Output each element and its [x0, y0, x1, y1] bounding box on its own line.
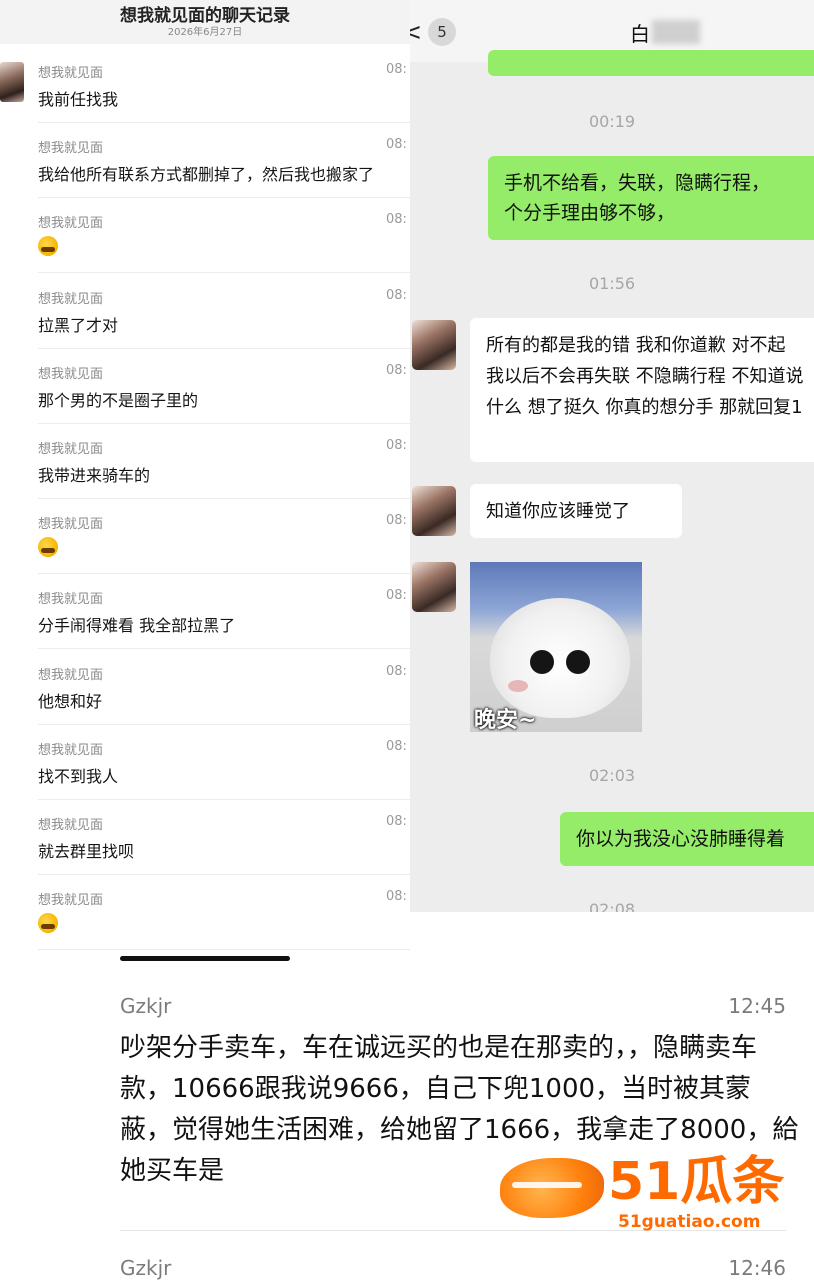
message-time: 08:: [386, 137, 407, 153]
record-message-item[interactable]: 想我就见面 08: 我给他所有联系方式都删掉了，然后我也搬家了: [0, 123, 410, 199]
sticker-caption: 晚安~: [474, 708, 537, 732]
record-message-item[interactable]: 想我就见面 08: 他想和好: [0, 650, 410, 725]
record-header: 想我就见面的聊天记录 2026年6月27日: [0, 0, 410, 44]
sender-name: 想我就见面: [38, 742, 104, 758]
sender-name: 想我就见面: [38, 517, 104, 533]
message-text: 我给他所有联系方式都删掉了，然后我也搬家了: [38, 165, 375, 185]
record-message-item[interactable]: 想我就见面 08: 我带进来骑车的: [0, 424, 410, 499]
contact-name-blur: [652, 20, 700, 44]
message-time: 08:: [386, 663, 407, 679]
wechat-conversation: < 5 白 00:19 手机不给看，失联，隐瞒行程， 个分手理由够不够， 01:…: [410, 0, 814, 912]
cat-sticker-image[interactable]: 晚安~: [470, 562, 642, 732]
record-message-item[interactable]: 想我就见面 08: 我前任找我: [0, 48, 410, 123]
contact-name: 白: [630, 22, 650, 46]
contact-avatar[interactable]: [412, 320, 456, 370]
back-chevron-icon[interactable]: <: [410, 18, 422, 46]
timestamp: 02:08: [588, 900, 636, 912]
unread-count-badge[interactable]: 5: [428, 18, 456, 46]
message-text: 找不到我人: [38, 766, 119, 786]
watermark-url: 51guatiao.com: [618, 1212, 761, 1232]
green-bubble-partial[interactable]: [488, 50, 814, 76]
sender-name: 想我就见面: [38, 818, 104, 833]
timestamp: 00:19: [588, 112, 636, 131]
comment-time: 12:46: [728, 1256, 786, 1280]
home-indicator: [120, 956, 290, 961]
message-emoji: [38, 236, 410, 260]
laughing-tears-emoji-icon: [38, 537, 58, 558]
sender-name: 想我就见面: [38, 366, 104, 382]
comment-username[interactable]: Gzkjr: [120, 994, 171, 1018]
record-message-item[interactable]: 想我就见面 08:: [0, 875, 410, 951]
record-message-item[interactable]: 想我就见面 08: 分手闹得难看 我全部拉黑了: [0, 574, 410, 650]
cat-face: [490, 598, 630, 718]
watermelon-logo-icon: [500, 1158, 604, 1218]
received-message-bubble[interactable]: 所有的都是我的错 我和你道歉 对不起 我以后不会再失联 不隐瞒行程 不知道说什么…: [470, 318, 814, 462]
cat-nose: [508, 680, 528, 692]
sender-name: 想我就见面: [38, 667, 104, 683]
record-title: 想我就见面的聊天记录: [120, 6, 290, 26]
received-message-text: 知道你应该睡觉了: [486, 501, 630, 522]
record-message-item[interactable]: 想我就见面 08: 找不到我人: [0, 725, 410, 800]
comment-username[interactable]: Gzkjr: [120, 1256, 171, 1280]
received-message-text: 所有的都是我的错 我和你道歉 对不起 我以后不会再失联 不隐瞒行程 不知道说什么…: [486, 335, 804, 418]
record-message-item[interactable]: 想我就见面 08: 那个男的不是圈子里的: [0, 349, 410, 424]
record-message-item[interactable]: 想我就见面 08: 就去群里找呗: [0, 800, 410, 875]
sender-name: 想我就见面: [38, 141, 104, 157]
cat-eye: [566, 650, 590, 674]
message-time: 08:: [386, 62, 407, 77]
message-time: 08:: [386, 362, 407, 378]
message-text: 他想和好: [38, 691, 103, 711]
message-text: 那个男的不是圈子里的: [38, 390, 199, 410]
sent-message-line: 手机不给看，失联，隐瞒行程，: [504, 172, 771, 194]
sender-name: 想我就见面: [38, 216, 104, 232]
cat-eye: [530, 650, 554, 674]
message-text: 拉黑了才对: [38, 315, 119, 335]
received-message-bubble[interactable]: 知道你应该睡觉了: [470, 484, 682, 538]
sender-name: 想我就见面: [38, 66, 104, 81]
message-time: 08:: [386, 438, 407, 453]
message-text: 我带进来骑车的: [38, 466, 151, 485]
record-message-item[interactable]: 想我就见面 08:: [0, 198, 410, 274]
row-divider: [38, 949, 410, 951]
message-emoji: [38, 913, 410, 937]
message-time: 08:: [386, 287, 407, 303]
forwarded-chat-record[interactable]: 想我就见面的聊天记录 2026年6月27日 想我就见面 08: 我前任找我 想我就见面…: [0, 0, 410, 968]
record-message-item[interactable]: 想我就见面 08: 拉黑了才对: [0, 274, 410, 349]
sent-message-bubble[interactable]: 手机不给看，失联，隐瞒行程， 个分手理由够不够，: [488, 156, 814, 240]
contact-avatar[interactable]: [412, 562, 456, 612]
watermark-brand: 51瓜条: [608, 1152, 785, 1212]
message-emoji: [38, 537, 410, 561]
timestamp: 01:56: [588, 274, 636, 293]
contact-avatar[interactable]: [412, 486, 456, 536]
message-text: 我前任找我: [38, 90, 119, 109]
sender-name: 想我就见面: [38, 442, 104, 457]
message-time: 08:: [386, 814, 407, 829]
message-time: 08:: [386, 738, 407, 754]
sender-name: 想我就见面: [38, 592, 104, 608]
sent-message-bubble[interactable]: 你以为我没心没肺睡得着: [560, 812, 814, 866]
sender-name: 想我就见面: [38, 893, 104, 909]
laughing-tears-emoji-icon: [38, 913, 58, 934]
sender-avatar: [0, 62, 24, 102]
message-text: 分手闹得难看 我全部拉黑了: [38, 616, 236, 636]
timestamp: 02:03: [588, 766, 636, 785]
sender-name: 想我就见面: [38, 291, 104, 307]
comment-time: 12:45: [728, 994, 786, 1018]
record-message-item[interactable]: 想我就见面 08:: [0, 499, 410, 575]
laughing-tears-emoji-icon: [38, 236, 58, 257]
record-date: 2026年6月27日: [167, 27, 243, 38]
sent-message-text: 你以为我没心没肺睡得着: [576, 828, 786, 850]
message-time: 08:: [386, 588, 407, 604]
message-time: 08:: [386, 513, 407, 529]
screenshot-collage: 想我就见面的聊天记录 2026年6月27日 想我就见面 08: 我前任找我 想我就见面…: [0, 0, 814, 1280]
message-time: 08:: [386, 212, 407, 228]
sent-message-line: 个分手理由够不够，: [504, 202, 676, 224]
message-time: 08:: [386, 889, 407, 905]
site-watermark: 51瓜条 51guatiao.com: [500, 1150, 800, 1240]
message-text: 就去群里找呗: [38, 842, 135, 861]
